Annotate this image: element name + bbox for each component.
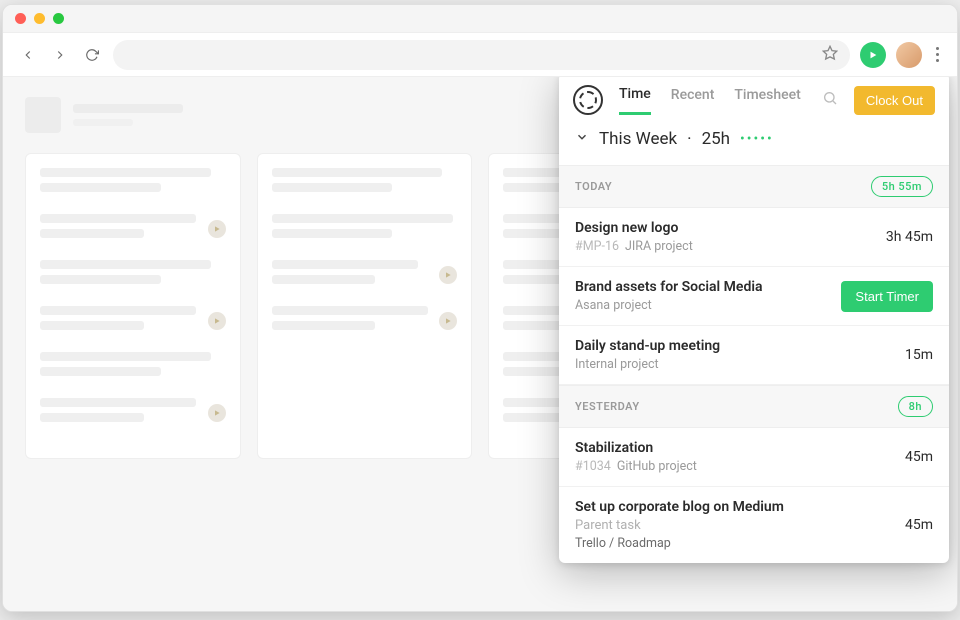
extension-play-icon[interactable] [860,42,886,68]
play-icon[interactable] [208,404,226,422]
entry-time: 45m [905,449,933,465]
entry-time: 3h 45m [886,229,933,245]
entry-title: Brand assets for Social Media [575,279,763,295]
entry-subtitle: Asana project [575,298,763,313]
profile-avatar[interactable] [896,42,922,68]
window-titlebar [3,5,957,33]
start-timer-button[interactable]: Start Timer [841,281,933,312]
entry-title: Stabilization [575,440,697,456]
window-minimize[interactable] [34,13,45,24]
section-duration-badge: 8h [898,396,933,417]
reload-button[interactable] [81,44,103,66]
window-maximize[interactable] [53,13,64,24]
tab-time[interactable]: Time [619,86,651,115]
time-entry[interactable]: Daily stand-up meeting Internal project … [559,326,949,385]
tab-recent[interactable]: Recent [671,87,715,113]
time-entry[interactable]: Set up corporate blog on Medium Parent t… [559,487,949,563]
url-bar[interactable] [113,40,850,70]
board-column [25,153,241,459]
section-title: YESTERDAY [575,400,640,413]
app-logo-icon [573,85,603,115]
entry-time: 45m [905,517,933,533]
entry-title: Daily stand-up meeting [575,338,720,354]
entry-parent: Parent task [575,518,784,533]
board-column [257,153,473,459]
clock-out-button[interactable]: Clock Out [854,86,935,115]
section-header-yesterday: YESTERDAY 8h [559,385,949,428]
section-title: TODAY [575,180,612,193]
tab-timesheet[interactable]: Timesheet [734,87,800,113]
search-icon[interactable] [822,90,838,110]
play-icon[interactable] [439,266,457,284]
entry-title: Set up corporate blog on Medium [575,499,784,515]
play-icon[interactable] [208,220,226,238]
entry-ref: #1034 [575,459,611,474]
back-button[interactable] [17,44,39,66]
play-icon[interactable] [208,312,226,330]
time-entry[interactable]: Brand assets for Social Media Asana proj… [559,267,949,326]
entry-title: Design new logo [575,220,693,236]
play-icon[interactable] [439,312,457,330]
window-close[interactable] [15,13,26,24]
entry-subtitle: Internal project [575,357,720,372]
section-duration-badge: 5h 55m [871,176,933,197]
activity-dots: ••••• [740,131,774,147]
week-label: This Week [599,129,677,149]
entry-subtitle: Trello / Roadmap [575,536,784,551]
panel-tabs: Time Recent Timesheet [619,86,806,115]
browser-menu-icon[interactable] [932,43,943,66]
entry-ref: #MP-16 [575,239,619,254]
chevron-down-icon [575,129,589,149]
browser-window: Time Recent Timesheet Clock Out This Wee… [2,4,958,612]
timer-extension-panel: Time Recent Timesheet Clock Out This Wee… [559,77,949,563]
entry-time: 15m [905,347,933,363]
page-content: Time Recent Timesheet Clock Out This Wee… [3,77,957,611]
bookmark-icon[interactable] [822,45,838,65]
time-entry[interactable]: Stabilization #1034GitHub project 45m [559,428,949,487]
forward-button[interactable] [49,44,71,66]
entry-subtitle: #MP-16JIRA project [575,239,693,254]
entry-subtitle: #1034GitHub project [575,459,697,474]
section-header-today: TODAY 5h 55m [559,165,949,208]
panel-header: Time Recent Timesheet Clock Out [559,77,949,115]
time-entry[interactable]: Design new logo #MP-16JIRA project 3h 45… [559,208,949,267]
week-hours: 25h [702,129,730,149]
week-summary[interactable]: This Week · 25h ••••• [559,115,949,165]
browser-toolbar [3,33,957,77]
